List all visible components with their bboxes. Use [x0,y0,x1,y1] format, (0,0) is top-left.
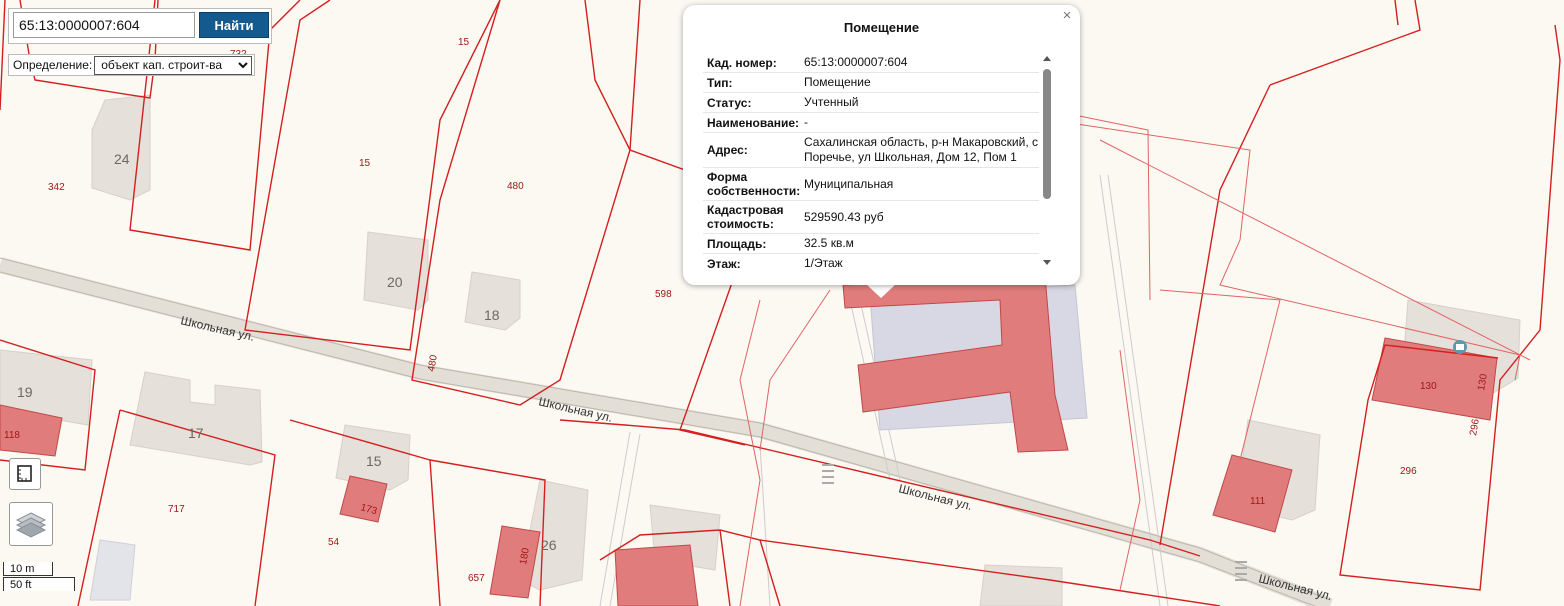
layers-icon [15,512,47,538]
definition-panel: Определение: объект кап. строит-ва [8,54,256,76]
markers [822,464,1247,581]
building-label: 20 [387,274,403,290]
property-row: Наименование: - [703,113,1039,133]
property-key: Форма собственности: [707,170,801,198]
info-popup: × Помещение Кад. номер: 65:13:0000007:60… [683,5,1080,285]
plot-label: 717 [168,504,185,515]
property-value: Сахалинская область, р-н Макаровский, с … [804,135,1038,164]
building-label: 17 [188,425,204,441]
popup-scrollbar[interactable] [1042,53,1052,268]
property-key: Статус: [707,95,752,110]
plot-label: 296 [1468,418,1482,437]
ruler-icon [17,465,32,482]
definition-select[interactable]: объект кап. строит-ва [94,55,253,75]
plot-label: 118 [4,430,20,441]
property-row: Этаж: 1/Этаж [703,254,1039,268]
property-key: Наименование: [707,115,800,130]
building-label: 19 [17,384,33,400]
plot-label: 296 [1400,466,1417,477]
search-panel: Найти [8,8,272,44]
scale-metric: 10 m [3,562,53,576]
scale-bar: 10 m 50 ft [3,562,79,592]
property-row: Статус: Учтенный [703,93,1039,113]
scale-imperial: 50 ft [3,577,75,591]
property-key: Адрес: [707,143,748,157]
plot-label: 657 [468,573,485,584]
plot-label: 111 [1250,496,1266,507]
property-value: - [804,115,808,129]
property-key: Кад. номер: [707,55,777,70]
cadastral-search-input[interactable] [13,12,195,38]
plot-label: 15 [359,158,371,169]
property-row: Адрес: Сахалинская область, р-н Макаровс… [703,133,1039,168]
scroll-down-icon[interactable] [1043,260,1051,265]
popup-properties: Кад. номер: 65:13:0000007:604 Тип: Помещ… [703,53,1039,268]
scroll-thumb[interactable] [1043,69,1051,199]
plot-label: 480 [507,181,524,192]
property-row: Кад. номер: 65:13:0000007:604 [703,53,1039,73]
plot-label: 130 [1420,381,1437,392]
property-row: Форма собственности: Муниципальная [703,168,1039,201]
plot-label: 342 [48,182,65,193]
property-value: 32.5 кв.м [804,236,854,250]
property-row: Тип: Помещение [703,73,1039,93]
property-key: Этаж: [707,256,741,269]
plot-label: 598 [655,289,672,300]
popup-pointer [866,284,896,298]
property-value: 65:13:0000007:604 [804,55,908,69]
property-key: Площадь: [707,236,767,251]
building-label: 15 [366,453,382,469]
definition-label: Определение: [13,58,93,72]
plot-label: 54 [328,537,340,548]
layers-button[interactable] [9,502,53,546]
property-value: Муниципальная [804,176,894,191]
property-key: Кадастровая стоимость: [707,203,784,231]
poi-icon [1453,340,1467,354]
property-value: 529590.43 руб [804,209,884,224]
property-row: Кадастровая стоимость: 529590.43 руб [703,201,1039,234]
property-value: 1/Этаж [804,256,843,268]
property-value: Учтенный [804,95,859,109]
building-label: 24 [114,151,130,167]
building-label: 26 [541,537,557,553]
popup-title: Помещение [843,20,920,35]
scroll-up-icon[interactable] [1043,56,1051,61]
ruler-button[interactable] [9,458,41,490]
property-value: Помещение [804,75,871,89]
plot-label: 15 [458,37,470,48]
property-key: Тип: [707,75,733,90]
property-row: Площадь: 32.5 кв.м [703,234,1039,254]
building-label: 18 [484,307,500,323]
search-button[interactable]: Найти [199,12,269,38]
